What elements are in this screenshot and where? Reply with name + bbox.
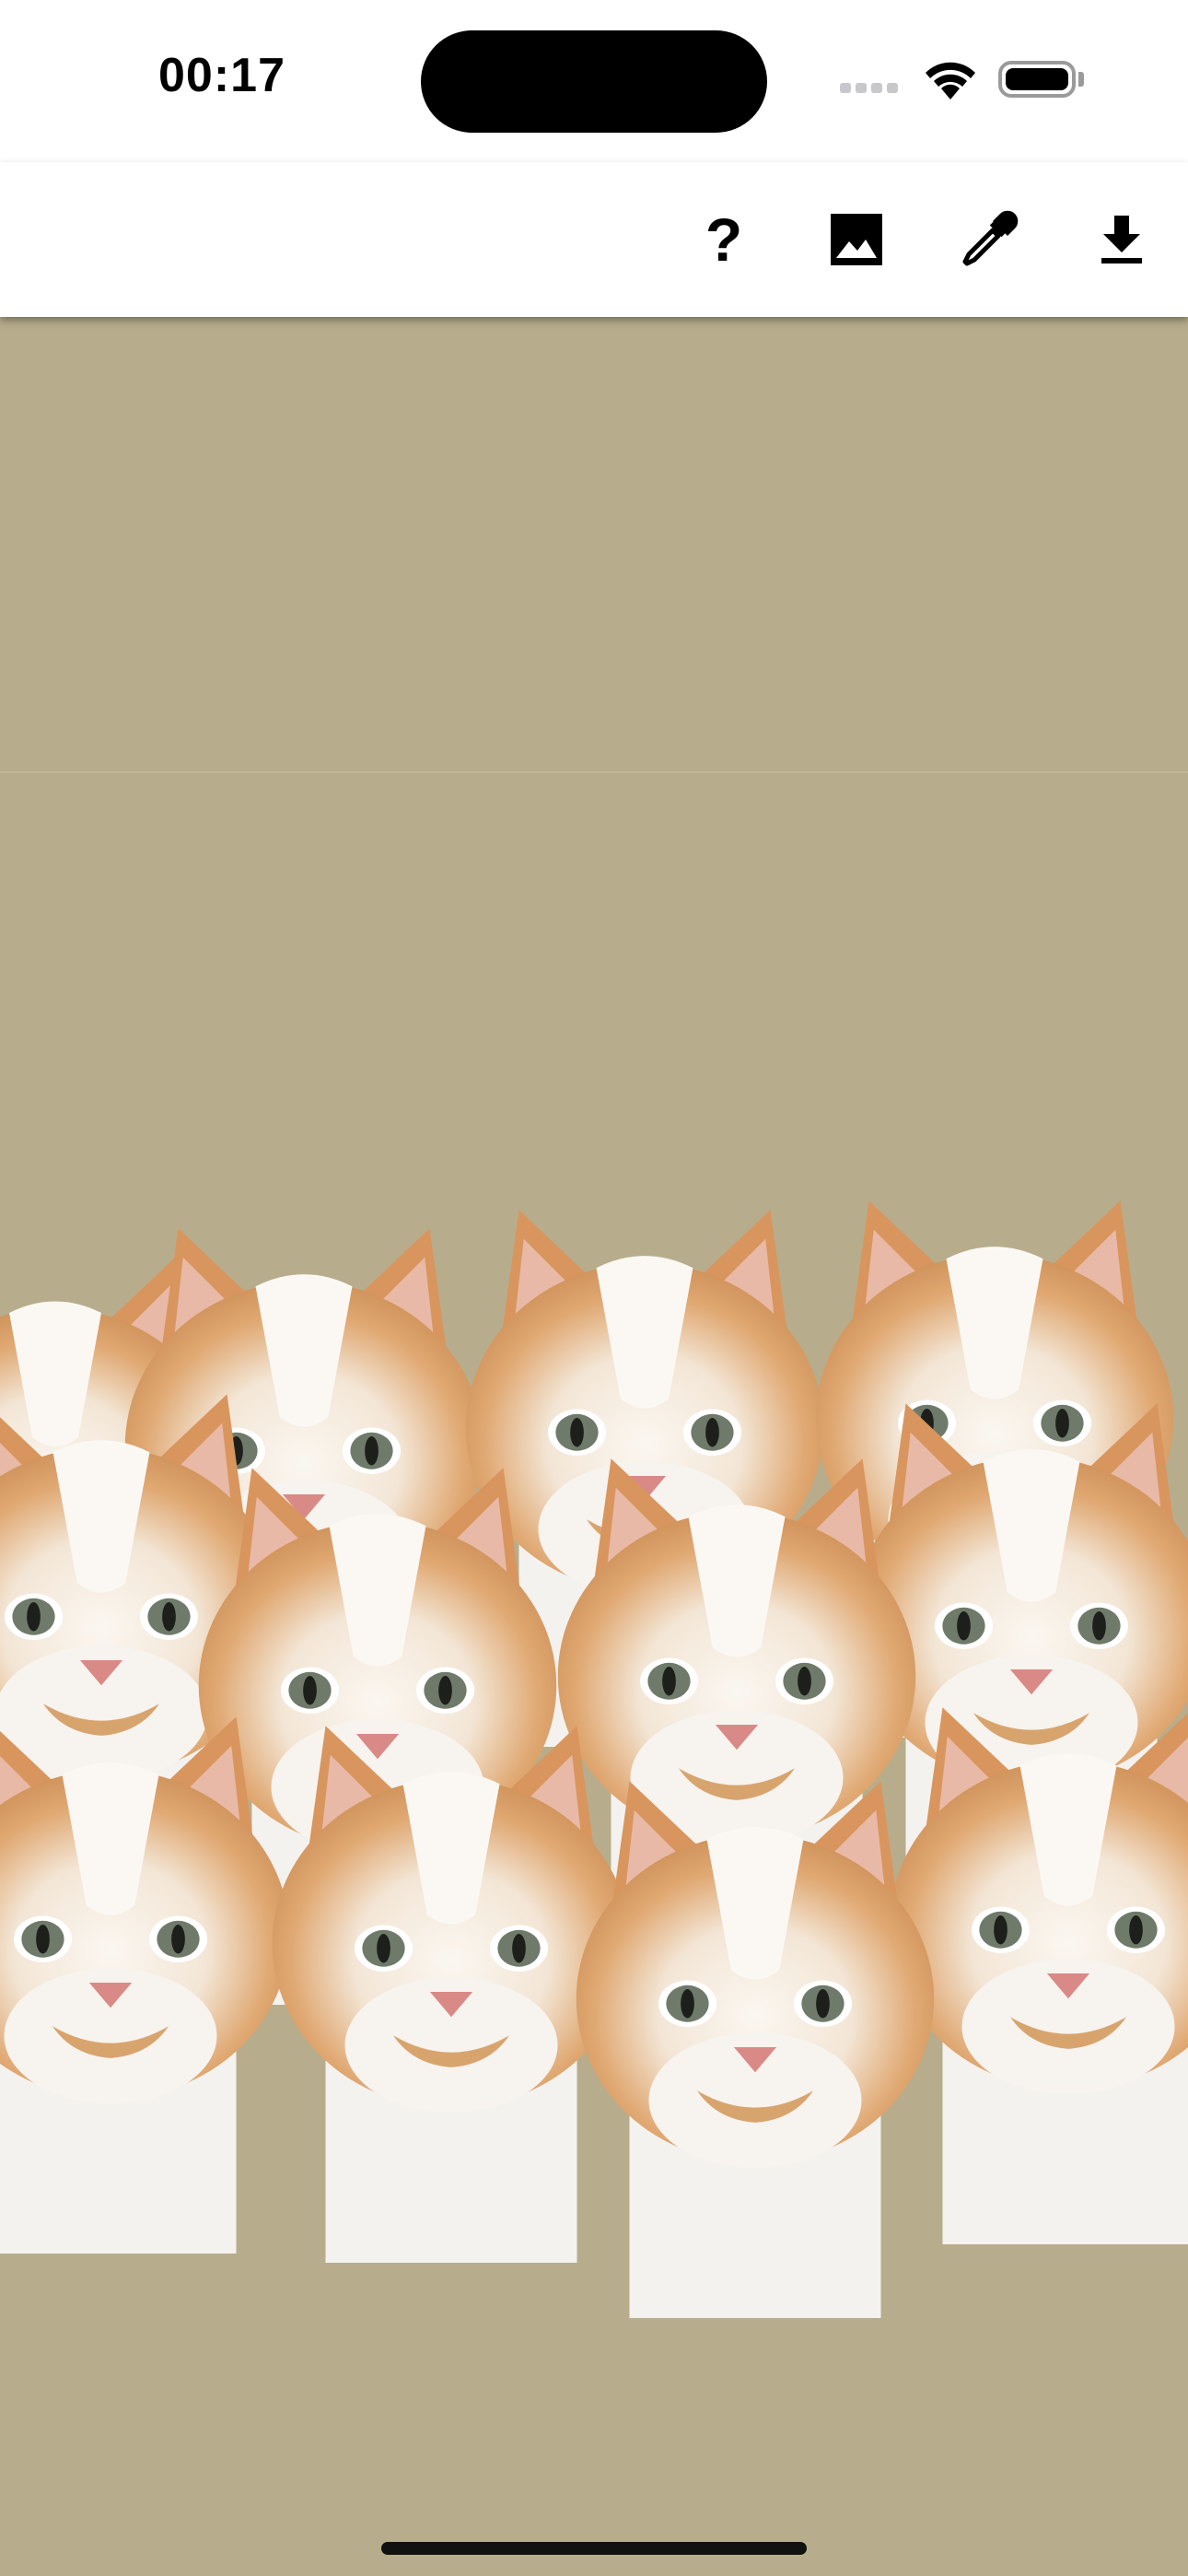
status-bar: 00:17 — [0, 0, 1188, 162]
color-picker-button[interactable] — [949, 199, 1030, 280]
cellular-signal-icon — [840, 81, 903, 98]
color-picker-icon — [962, 210, 1019, 266]
cat-sticker[interactable] — [576, 1781, 935, 2318]
cat-sticker[interactable] — [889, 1707, 1188, 2244]
status-time: 00:17 — [158, 49, 285, 102]
download-icon — [1101, 216, 1142, 263]
download-button[interactable] — [1081, 199, 1162, 280]
help-icon: ? — [705, 205, 743, 274]
battery-tip — [1078, 72, 1084, 87]
pick-image-button[interactable] — [816, 199, 897, 280]
battery-icon — [998, 61, 1076, 98]
cat-sticker[interactable] — [0, 1716, 290, 2254]
top-toolbar: ? — [0, 162, 1188, 317]
sticker-canvas[interactable] — [0, 317, 1188, 2576]
wifi-icon — [926, 62, 975, 100]
cat-sticker-layer[interactable] — [0, 317, 1188, 2576]
help-button[interactable]: ? — [683, 199, 764, 280]
dynamic-island — [421, 30, 767, 133]
home-indicator — [381, 2542, 807, 2555]
image-icon — [831, 214, 882, 265]
